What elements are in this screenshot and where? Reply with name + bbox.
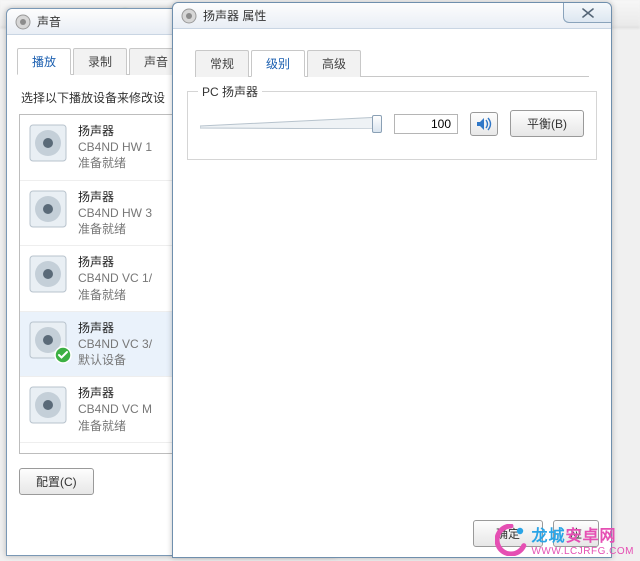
- device-title: Realtek Digita: [78, 451, 153, 454]
- device-status: 准备就绪: [78, 418, 152, 434]
- speaker-small-icon: [181, 8, 197, 24]
- device-sub: CB4ND VC 3/: [78, 336, 152, 352]
- close-button[interactable]: [563, 3, 611, 23]
- tab-advanced[interactable]: 高级: [307, 50, 361, 77]
- speaker-icon: [28, 385, 68, 425]
- device-title: 扬声器: [78, 123, 152, 139]
- slider-thumb[interactable]: [372, 115, 382, 133]
- device-status: 准备就绪: [78, 155, 152, 171]
- speaker-small-icon: [15, 14, 31, 30]
- mute-button[interactable]: [470, 112, 498, 136]
- volume-slider[interactable]: [200, 113, 382, 135]
- tab-playback[interactable]: 播放: [17, 48, 71, 75]
- sound-title: 声音: [37, 13, 61, 30]
- props-title: 扬声器 属性: [203, 7, 266, 24]
- speaker-properties-window: 扬声器 属性 常规 级别 高级 PC 扬声器 100: [172, 2, 612, 558]
- volume-value[interactable]: 100: [394, 114, 458, 134]
- tab-recording[interactable]: 录制: [73, 48, 127, 75]
- device-sub: CB4ND HW 1: [78, 139, 152, 155]
- device-status: 准备就绪: [78, 287, 152, 303]
- speaker-icon: [28, 189, 68, 229]
- pc-speaker-group: PC 扬声器 100 平衡(B): [187, 91, 597, 160]
- tab-general[interactable]: 常规: [195, 50, 249, 77]
- brand-text-1: 龙城: [531, 528, 565, 545]
- device-sub: CB4ND VC M: [78, 401, 152, 417]
- device-title: 扬声器: [78, 385, 152, 401]
- speaker-icon: [28, 123, 68, 163]
- brand-url: WWW.LCJRFG.COM: [531, 546, 634, 557]
- device-title: 扬声器: [78, 254, 152, 270]
- device-status: 默认设备: [78, 352, 152, 368]
- default-check-icon: [54, 346, 72, 364]
- volume-icon: [476, 117, 492, 131]
- props-titlebar: 扬声器 属性: [173, 3, 611, 29]
- device-sub: CB4ND VC 1/: [78, 270, 152, 286]
- close-icon: [581, 8, 595, 18]
- device-sub: CB4ND HW 3: [78, 205, 152, 221]
- device-status: 准备就绪: [78, 221, 152, 237]
- tab-levels[interactable]: 级别: [251, 50, 305, 77]
- group-legend: PC 扬声器: [198, 83, 262, 100]
- monitor-icon: [28, 451, 68, 454]
- speaker-icon: [28, 254, 68, 294]
- props-tabstrip: 常规 级别 高级: [195, 49, 589, 77]
- speaker-icon: [28, 320, 68, 360]
- watermark: 龙城安卓网 WWW.LCJRFG.COM: [495, 522, 634, 557]
- device-title: 扬声器: [78, 320, 152, 336]
- balance-button[interactable]: 平衡(B): [510, 110, 584, 137]
- brand-text-2: 安卓网: [565, 528, 616, 545]
- device-title: 扬声器: [78, 189, 152, 205]
- brand-logo-icon: [495, 524, 527, 556]
- configure-button[interactable]: 配置(C): [19, 468, 94, 495]
